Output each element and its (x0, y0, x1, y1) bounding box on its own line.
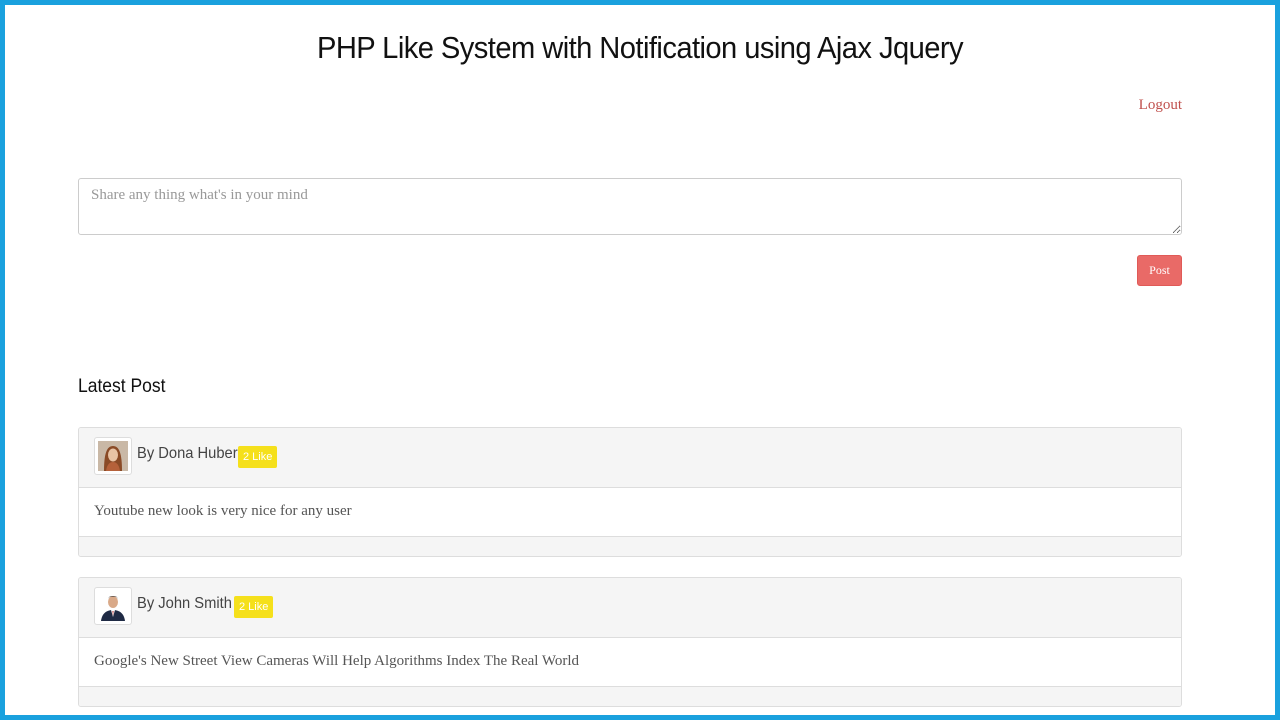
post-button[interactable]: Post (1137, 255, 1182, 286)
post-card: By John Smith 2 Like Google's New Street… (78, 577, 1182, 707)
post-author: By John Smith (137, 595, 232, 612)
post-content: Youtube new look is very nice for any us… (79, 488, 1181, 537)
logout-link[interactable]: Logout (1139, 97, 1182, 114)
post-card-header: By Dona Huber 2 Like (79, 428, 1181, 488)
post-card-footer (79, 537, 1181, 556)
post-textarea[interactable] (78, 178, 1182, 235)
post-card-footer (79, 687, 1181, 706)
page-title: PHP Like System with Notification using … (316, 30, 964, 65)
like-badge[interactable]: 2 Like (238, 446, 278, 468)
woman-portrait-icon (98, 441, 128, 471)
post-card-header: By John Smith 2 Like (79, 578, 1181, 638)
post-content: Google's New Street View Cameras Will He… (79, 638, 1181, 687)
like-badge[interactable]: 2 Like (234, 596, 274, 618)
latest-post-heading: Latest Post (78, 376, 166, 397)
post-card: By Dona Huber 2 Like Youtube new look is… (78, 427, 1182, 557)
avatar (94, 587, 132, 625)
post-author: By Dona Huber (137, 445, 238, 462)
avatar (94, 437, 132, 475)
man-portrait-icon (98, 591, 128, 621)
